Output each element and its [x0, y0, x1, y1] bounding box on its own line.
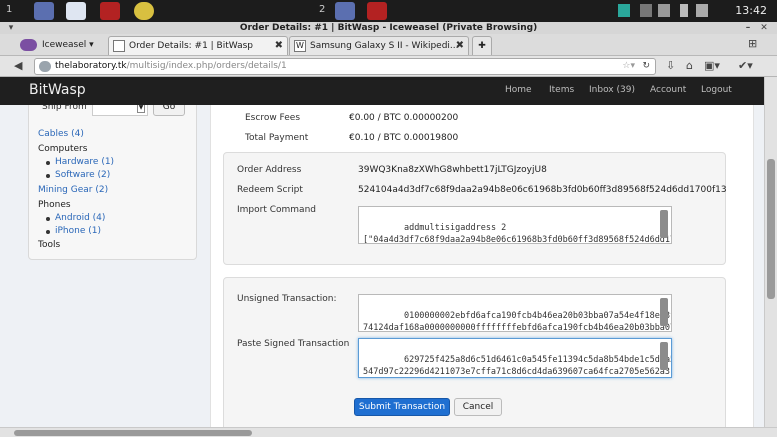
cancel-button[interactable]: Cancel: [454, 398, 502, 416]
category-mining-gear[interactable]: Mining Gear (2): [38, 185, 108, 195]
iceweasel-menu-button[interactable]: Iceweasel ▾: [20, 37, 94, 54]
category-tools: Tools: [38, 240, 61, 250]
order-details-panel: Escrow Fees €0.00 / BTC 0.00000200 Total…: [210, 105, 754, 427]
unsigned-transaction-textarea[interactable]: 0100000002ebfd6afca190fcb4b46ea20b03bba0…: [358, 294, 672, 332]
vertical-scrollbar[interactable]: [764, 77, 777, 427]
escrow-fees-label: Escrow Fees: [245, 113, 301, 123]
addon-icon[interactable]: ▣▾: [704, 60, 720, 72]
url-bar[interactable]: thelaboratory.tk/multisig/index.php/orde…: [34, 58, 656, 75]
app-menu-label: Iceweasel: [42, 40, 87, 50]
signal-icon[interactable]: [640, 4, 652, 17]
url-host: thelaboratory.tk: [55, 61, 127, 71]
signed-transaction-textarea[interactable]: 629725f425a8d6c51d6461c0a545fe11394c5da8…: [358, 338, 672, 378]
navigation-bar: ◀ thelaboratory.tk/multisig/index.php/or…: [0, 56, 777, 77]
mascot-icon[interactable]: [134, 2, 154, 20]
bullet: [46, 161, 50, 165]
battery-icon[interactable]: [680, 4, 688, 17]
window-title: Order Details: #1 | BitWasp - Iceweasel …: [239, 23, 538, 33]
close-window-icon[interactable]: ✕: [759, 23, 769, 33]
system-taskbar: 1 2 13:42: [0, 0, 777, 22]
multisig-address-well: Order Address 39WQ3Kna8zXWhG8whbett17jLT…: [223, 152, 726, 265]
bullet: [46, 230, 50, 234]
page-viewport: Ship From ▼ Go Cables (4) Computers Hard…: [0, 77, 764, 427]
close-tab-icon[interactable]: ✖: [275, 37, 283, 55]
nav-logout-link[interactable]: Logout: [701, 85, 732, 95]
total-payment-value: €0.10 / BTC 0.00019800: [349, 133, 459, 143]
site-identity-icon[interactable]: [39, 61, 51, 72]
nav-home-link[interactable]: Home: [505, 85, 532, 95]
textarea-scrollbar[interactable]: [660, 298, 668, 326]
category-phones: Phones: [38, 200, 71, 210]
clock: 13:42: [735, 4, 767, 17]
minimize-icon[interactable]: –: [743, 23, 753, 33]
order-address-value: 39WQ3Kna8zXWhG8whbett17jLTGJzoyjU8: [358, 165, 547, 175]
signed-transaction-text: 629725f425a8d6c51d6461c0a545fe11394c5da8…: [363, 355, 671, 377]
workspace-2-label[interactable]: 2: [319, 4, 325, 15]
order-address-label: Order Address: [237, 165, 302, 175]
sidebar: Ship From ▼ Go Cables (4) Computers Hard…: [28, 97, 197, 260]
power-icon[interactable]: [696, 4, 708, 17]
extension-icon[interactable]: ✔▾: [738, 60, 753, 72]
url-path: /multisig/index.php/orders/details/1: [126, 61, 287, 71]
paste-signed-transaction-label: Paste Signed Transaction: [237, 339, 350, 349]
app-icon-launcher[interactable]: [34, 2, 54, 20]
tab-label: Samsung Galaxy S II - Wikipedi...: [310, 41, 459, 51]
network-icon[interactable]: [618, 4, 630, 17]
terminal-icon[interactable]: [100, 2, 120, 20]
tab-wikipedia[interactable]: W Samsung Galaxy S II - Wikipedi... ✖: [289, 36, 469, 55]
bookmark-star-icon[interactable]: ☆▾: [622, 59, 635, 74]
volume-icon[interactable]: [658, 4, 670, 17]
horizontal-scrollbar[interactable]: [0, 427, 777, 437]
site-navbar: BitWasp Home Items Inbox (39) Account Lo…: [0, 77, 764, 105]
wikipedia-icon: W: [294, 40, 306, 52]
new-tab-button[interactable]: ✚: [472, 36, 492, 55]
total-payment-label: Total Payment: [245, 133, 309, 143]
private-browsing-mask-icon: [20, 39, 37, 51]
redeem-script-label: Redeem Script: [237, 185, 303, 195]
reload-icon[interactable]: ↻: [642, 59, 650, 74]
category-android[interactable]: Android (4): [55, 213, 105, 223]
tab-order-details[interactable]: Order Details: #1 | BitWasp ✖: [108, 36, 288, 55]
horizontal-scroll-thumb[interactable]: [14, 430, 252, 436]
downloads-icon[interactable]: ⇩: [666, 60, 675, 72]
window-menu-icon[interactable]: ▾: [6, 23, 16, 33]
redeem-script-value: 524104a4d3df7c68f9daa2a94b8e06c61968b3fd…: [358, 185, 726, 195]
import-command-text: addmultisigaddress 2 ["04a4d3df7c68f9daa…: [363, 223, 672, 244]
document-icon[interactable]: [66, 2, 86, 20]
category-cables[interactable]: Cables (4): [38, 129, 84, 139]
tab-bar: Iceweasel ▾ Order Details: #1 | BitWasp …: [0, 34, 777, 56]
category-hardware[interactable]: Hardware (1): [55, 157, 114, 167]
category-software[interactable]: Software (2): [55, 170, 110, 180]
category-computers: Computers: [38, 144, 88, 154]
vertical-scroll-thumb[interactable]: [767, 159, 775, 299]
bullet: [46, 174, 50, 178]
terminal-icon-2[interactable]: [367, 2, 387, 20]
tab-list-icon[interactable]: ⊞: [748, 38, 757, 50]
unsigned-transaction-label: Unsigned Transaction:: [237, 294, 337, 304]
import-command-label: Import Command: [237, 205, 316, 215]
workspace-1-label[interactable]: 1: [6, 4, 12, 15]
close-tab-icon[interactable]: ✖: [456, 37, 464, 55]
category-iphone[interactable]: iPhone (1): [55, 226, 101, 236]
unsigned-transaction-text: 0100000002ebfd6afca190fcb4b46ea20b03bba0…: [363, 311, 672, 332]
nav-account-link[interactable]: Account: [650, 85, 686, 95]
nav-items-link[interactable]: Items: [549, 85, 574, 95]
browser-icon[interactable]: [335, 2, 355, 20]
window-title-bar: Order Details: #1 | BitWasp - Iceweasel …: [0, 22, 777, 34]
textarea-scrollbar[interactable]: [660, 342, 668, 370]
bullet: [46, 217, 50, 221]
back-icon[interactable]: ◀: [14, 60, 22, 72]
home-icon[interactable]: ⌂: [686, 60, 693, 72]
site-brand[interactable]: BitWasp: [29, 82, 86, 98]
tab-label: Order Details: #1 | BitWasp: [129, 41, 253, 51]
nav-inbox-link[interactable]: Inbox (39): [589, 85, 635, 95]
submit-transaction-button[interactable]: Submit Transaction: [354, 398, 450, 416]
page-icon: [113, 40, 125, 52]
import-command-textarea[interactable]: addmultisigaddress 2 ["04a4d3df7c68f9daa…: [358, 206, 672, 244]
textarea-scrollbar[interactable]: [660, 210, 668, 238]
escrow-fees-value: €0.00 / BTC 0.00000200: [349, 113, 459, 123]
